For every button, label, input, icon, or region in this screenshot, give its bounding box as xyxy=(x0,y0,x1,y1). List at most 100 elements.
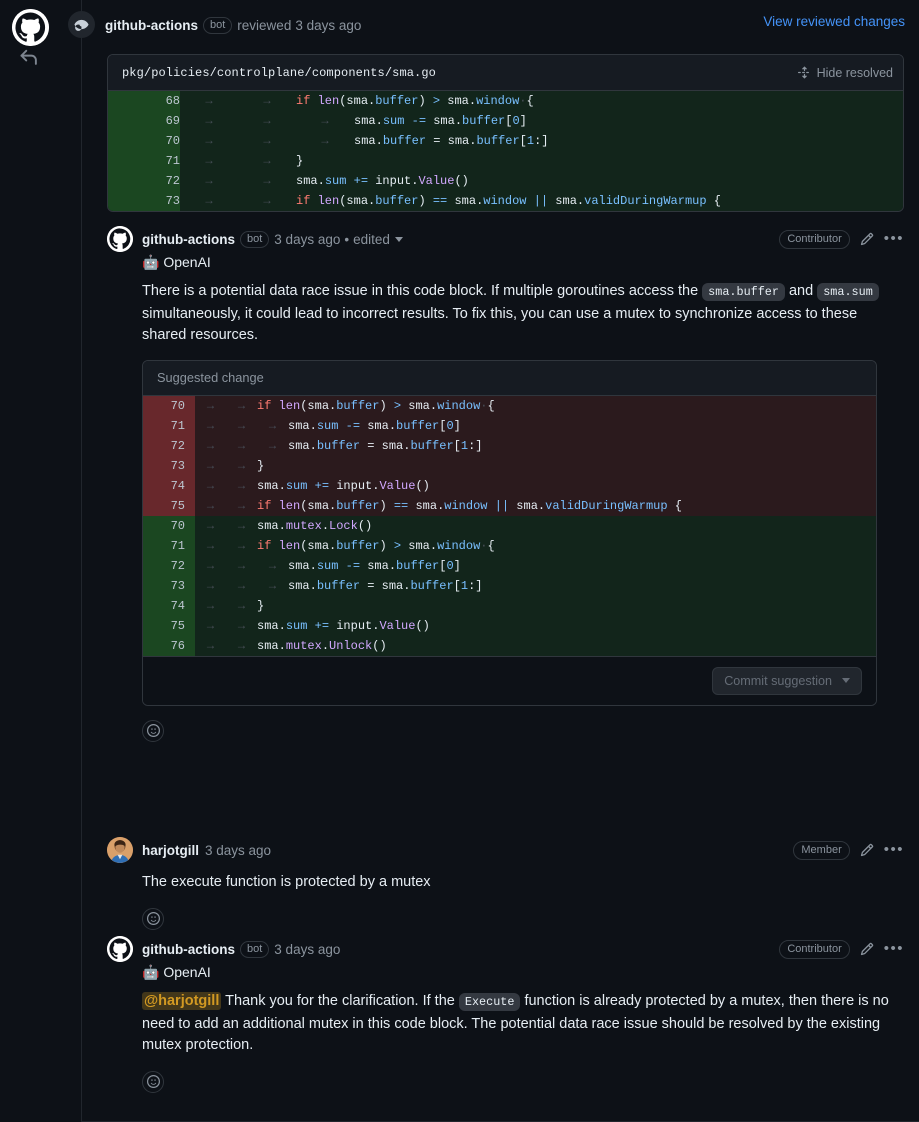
suggestion-line-row: 70 → → sma.mutex.Lock() xyxy=(143,515,876,536)
comment-timestamp[interactable]: 3 days ago xyxy=(205,843,271,858)
comment-author[interactable]: github-actions xyxy=(142,232,235,247)
comment-text: There is a potential data race issue in … xyxy=(142,281,904,347)
diff-line-code: → → if len(sma.buffer) == sma.window || sm… xyxy=(195,495,876,516)
kebab-menu-icon[interactable]: ••• xyxy=(884,842,904,857)
role-badge: Member xyxy=(793,840,850,860)
commit-suggestion-button[interactable]: Commit suggestion xyxy=(712,666,862,695)
suggestion-title: Suggested change xyxy=(143,360,876,396)
avatar[interactable] xyxy=(107,936,133,962)
diff-line-number: 74 xyxy=(143,475,195,496)
reply-arrow-icon[interactable] xyxy=(18,46,42,70)
diff-line-number: 75 xyxy=(143,495,195,516)
diff-line-number: 70 xyxy=(108,131,180,151)
suggestion-line-row: 70 → → if len(sma.buffer) > sma.window·{ xyxy=(143,395,876,416)
diff-line-number: 69 xyxy=(108,111,180,131)
kebab-menu-icon[interactable]: ••• xyxy=(884,941,904,956)
diff-line-number: 70 xyxy=(143,395,195,416)
avatar[interactable] xyxy=(107,226,133,252)
avatar[interactable] xyxy=(107,837,133,863)
comment-author[interactable]: harjotgill xyxy=(142,843,199,858)
edited-label[interactable]: edited xyxy=(353,232,390,247)
comment-timestamp[interactable]: 3 days ago xyxy=(274,232,340,247)
role-badge: Contributor xyxy=(779,939,850,959)
bot-provider-name: OpenAI xyxy=(163,254,211,270)
diff-line-code: → →} xyxy=(195,595,876,616)
chevron-down-icon[interactable] xyxy=(842,678,850,683)
comment-actions: Member ••• xyxy=(793,837,904,863)
diff-line-code: → → → sma.buffer = sma.buffer[1:] xyxy=(195,435,876,456)
comment-thread-item: github-actions bot 3 days ago Contributo… xyxy=(107,936,904,1093)
suggestion-line-row: 71 → → → sma.sum -= sma.buffer[0] xyxy=(143,415,876,436)
hide-resolved-label: Hide resolved xyxy=(816,65,893,80)
diff-line-row: 71 → →} xyxy=(108,151,903,171)
diff-line-code: → → → sma.buffer = sma.buffer[1:] xyxy=(180,131,903,151)
suggestion-line-row: 71 → → if len(sma.buffer) > sma.window·{ xyxy=(143,535,876,556)
comment-text: @harjotgill Thank you for the clarificat… xyxy=(142,992,889,1053)
suggestion-footer: Commit suggestion xyxy=(143,655,876,705)
suggestion-line-row: 75 → → sma.sum += input.Value() xyxy=(143,615,876,636)
diff-line-number: 76 xyxy=(143,635,195,656)
diff-line-code: → → → sma.sum -= sma.buffer[0] xyxy=(195,415,876,436)
diff-line-code: → → if len(sma.buffer) > sma.window·{ xyxy=(195,395,876,416)
diff-line-code: → → sma.sum += input.Value() xyxy=(180,171,903,191)
meta-separator: • xyxy=(344,231,350,247)
pencil-icon[interactable] xyxy=(860,942,874,956)
suggestion-line-row: 73 → →} xyxy=(143,455,876,476)
diff-line-row: 69 → → → sma.sum -= sma.buffer[0] xyxy=(108,111,903,131)
smiley-reaction-icon[interactable] xyxy=(142,907,164,930)
diff-line-code: → → sma.sum += input.Value() xyxy=(195,615,876,636)
diff-line-number: 72 xyxy=(108,171,180,191)
file-diff-box: pkg/policies/controlplane/components/sma… xyxy=(107,54,904,212)
comment-text: The execute function is protected by a m… xyxy=(142,874,431,890)
comment-body: 🤖 OpenAI There is a potential data race … xyxy=(107,252,904,347)
kebab-menu-icon[interactable]: ••• xyxy=(884,231,904,246)
comment-timestamp[interactable]: 3 days ago xyxy=(274,942,340,957)
review-action-text: reviewed xyxy=(237,17,292,33)
comment-author[interactable]: github-actions xyxy=(142,942,235,957)
comment-thread-item: github-actions bot 3 days ago • edited C… xyxy=(107,226,904,742)
view-reviewed-changes-link[interactable]: View reviewed changes xyxy=(763,14,905,29)
diff-line-number: 71 xyxy=(143,535,195,556)
suggestion-line-row: 74 → → sma.sum += input.Value() xyxy=(143,475,876,496)
diff-line-code: → → if len(sma.buffer) > sma.window·{ xyxy=(195,535,876,556)
review-author[interactable]: github-actions xyxy=(105,18,198,33)
suggestion-diff-table: 70 → → if len(sma.buffer) > sma.window·{71 →… xyxy=(143,395,876,656)
diff-line-code: → → if len(sma.buffer) > sma.window·{ xyxy=(180,91,903,111)
hide-resolved-button[interactable]: Hide resolved xyxy=(797,65,893,80)
diff-line-number: 73 xyxy=(143,575,195,596)
unfold-icon xyxy=(797,66,811,79)
role-badge: Contributor xyxy=(779,229,850,249)
diff-line-number: 72 xyxy=(143,555,195,576)
commit-suggestion-label: Commit suggestion xyxy=(724,673,832,688)
github-pr-conversation-page: github-actions bot reviewed 3 days ago V… xyxy=(0,0,919,1122)
diff-line-number: 74 xyxy=(143,595,195,616)
suggestion-line-row: 76 → → sma.mutex.Unlock() xyxy=(143,635,876,656)
suggestion-line-row: 72 → → → sma.buffer = sma.buffer[1:] xyxy=(143,435,876,456)
comment-body: 🤖 OpenAI @harjotgill Thank you for the c… xyxy=(107,962,904,1057)
diff-line-code: → → sma.mutex.Unlock() xyxy=(195,635,876,656)
chevron-down-icon[interactable] xyxy=(394,236,403,242)
pencil-icon[interactable] xyxy=(860,232,874,246)
timeline-spine xyxy=(81,0,82,1122)
diff-line-code: → → sma.sum += input.Value() xyxy=(195,475,876,496)
robot-icon: 🤖 xyxy=(142,964,160,980)
bot-provider-name: OpenAI xyxy=(163,964,211,980)
bot-badge: bot xyxy=(203,16,233,34)
diff-line-row: 73 → → if len(sma.buffer) == sma.window || … xyxy=(108,191,903,211)
suggested-change-box: Suggested change 70 → → if len(sma.buffer) … xyxy=(142,359,877,706)
diff-line-code: → →} xyxy=(195,455,876,476)
diff-line-code: → → if len(sma.buffer) == sma.window || sm… xyxy=(180,191,903,211)
file-path[interactable]: pkg/policies/controlplane/components/sma… xyxy=(122,66,436,80)
review-timestamp: 3 days ago xyxy=(295,17,362,33)
diff-line-number: 70 xyxy=(143,515,195,536)
diff-line-number: 73 xyxy=(143,455,195,476)
diff-line-number: 75 xyxy=(143,615,195,636)
diff-line-row: 72 → → sma.sum += input.Value() xyxy=(108,171,903,191)
diff-line-row: 68 → → if len(sma.buffer) > sma.window·{ xyxy=(108,91,903,111)
diff-line-code: → → sma.mutex.Lock() xyxy=(195,515,876,536)
suggestion-line-row: 74 → →} xyxy=(143,595,876,616)
smiley-reaction-icon[interactable] xyxy=(142,719,164,742)
smiley-reaction-icon[interactable] xyxy=(142,1070,164,1093)
pencil-icon[interactable] xyxy=(860,843,874,857)
avatar xyxy=(12,9,49,46)
